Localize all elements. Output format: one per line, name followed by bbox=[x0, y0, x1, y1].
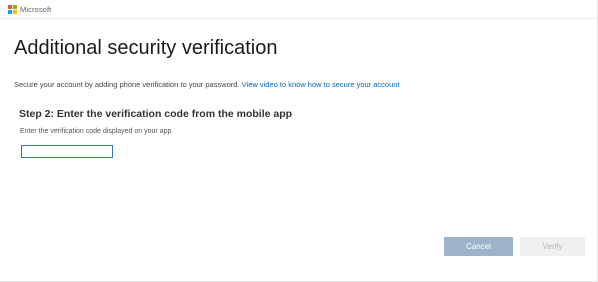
cancel-button[interactable]: Cancel bbox=[444, 237, 513, 256]
intro-text: Secure your account by adding phone veri… bbox=[14, 80, 400, 89]
logo-square-blue bbox=[8, 10, 12, 14]
page-title: Additional security verification bbox=[14, 37, 278, 59]
logo-square-yellow bbox=[13, 10, 17, 14]
verification-page: Microsoft Additional security verificati… bbox=[0, 0, 598, 282]
logo-square-red bbox=[8, 5, 12, 9]
brand-name: Microsoft bbox=[20, 5, 52, 14]
step-heading: Step 2: Enter the verification code from… bbox=[19, 108, 293, 120]
intro-description: Secure your account by adding phone veri… bbox=[14, 80, 240, 89]
code-field-label: Enter the verification code displayed on… bbox=[20, 128, 172, 135]
top-bar: Microsoft bbox=[0, 0, 598, 19]
microsoft-logo-icon bbox=[8, 5, 17, 14]
verification-code-input[interactable] bbox=[21, 145, 113, 158]
secure-account-video-link[interactable]: View video to know how to secure your ac… bbox=[242, 80, 400, 89]
logo-square-green bbox=[13, 5, 17, 9]
verify-button[interactable]: Verify bbox=[520, 237, 585, 256]
microsoft-brand: Microsoft bbox=[8, 5, 51, 14]
